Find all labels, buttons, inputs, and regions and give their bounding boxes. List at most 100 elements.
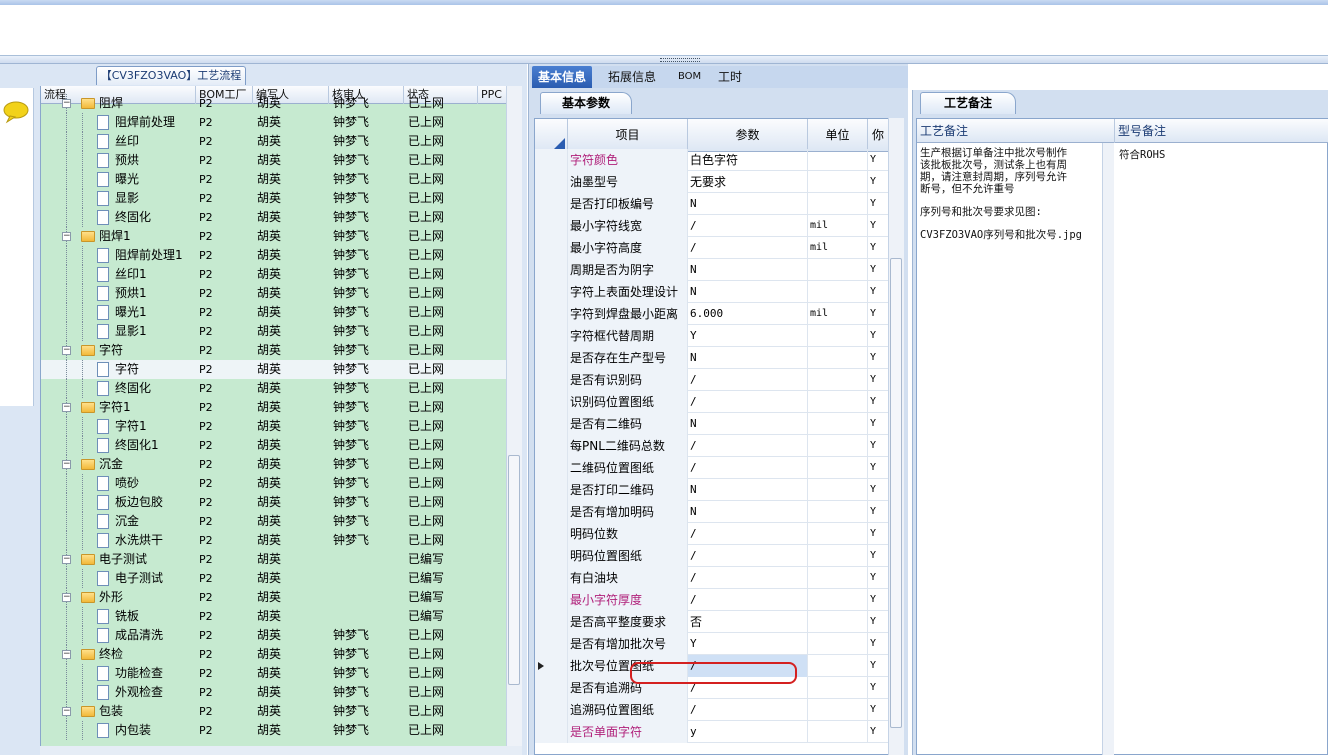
row-indicator[interactable] [535,501,568,523]
notes-grid[interactable]: 工艺备注 型号备注 生产根据订单备注中批次号制作 该批板批次号，测试条上也有周 期，… [916,118,1328,755]
tree-row[interactable]: − 电子测试 P2 胡英 已编写 [41,550,509,569]
tree-row[interactable]: − 阻焊1 P2 胡英 钟梦飞 已上网 [41,227,509,246]
param-row[interactable]: 是否存在生产型号 N Y [535,347,889,369]
tab-0[interactable]: 基本信息 [532,66,593,88]
tree-row[interactable]: 阻焊前处理1 P2 胡英 钟梦飞 已上网 [41,246,509,265]
param-value[interactable]: 否 [688,611,808,633]
tree-row[interactable]: 板边包胶 P2 胡英 钟梦飞 已上网 [41,493,509,512]
tree-row[interactable]: 显影 P2 胡英 钟梦飞 已上网 [41,189,509,208]
row-indicator[interactable] [535,215,568,237]
param-row[interactable]: 识别码位置图纸 / Y [535,391,889,413]
param-row[interactable]: 字符到焊盘最小距离 6.000 mil Y [535,303,889,325]
collapse-toggle-icon[interactable]: − [62,403,71,412]
row-indicator[interactable] [535,193,568,215]
row-indicator[interactable] [535,523,568,545]
tree-row[interactable]: 预烘 P2 胡英 钟梦飞 已上网 [41,151,509,170]
param-value[interactable]: / [688,523,808,545]
params-col-header[interactable]: 你 [868,119,889,152]
param-value[interactable]: N [688,501,808,523]
tree-row[interactable]: 曝光1 P2 胡英 钟梦飞 已上网 [41,303,509,322]
tab-2[interactable]: BOM [672,66,707,88]
collapse-toggle-icon[interactable]: − [62,346,71,355]
row-indicator[interactable] [535,633,568,655]
params-grid[interactable]: 项目 参数 单位你 字符颜色 白色字符 Y 油墨型号 无要求 Y 是否打印板编号 N Y 最小字符线宽… [534,118,904,755]
row-indicator[interactable] [535,479,568,501]
param-row[interactable]: 最小字符线宽 / mil Y [535,215,889,237]
tree-scroll-thumb[interactable] [508,455,520,685]
tree-row[interactable]: 终固化 P2 胡英 钟梦飞 已上网 [41,208,509,227]
row-indicator[interactable] [535,149,568,171]
tab-1[interactable]: 拓展信息 [602,66,662,88]
param-value[interactable]: Y [688,325,808,347]
tree-row[interactable]: − 字符1 P2 胡英 钟梦飞 已上网 [41,398,509,417]
param-row[interactable]: 是否高平整度要求否 Y [535,611,889,633]
row-indicator[interactable] [535,369,568,391]
tree-row[interactable]: − 阻焊 P2 胡英 钟梦飞 已上网 [41,94,509,113]
param-row[interactable]: 有白油块 / Y [535,567,889,589]
row-indicator[interactable] [535,303,568,325]
param-row[interactable]: 是否有增加批次号 Y Y [535,633,889,655]
tree-row[interactable]: 字符 P2 胡英 钟梦飞 已上网 [41,360,509,379]
param-value[interactable]: / [688,435,808,457]
row-indicator[interactable] [535,171,568,193]
param-value[interactable]: / [688,589,808,611]
param-value[interactable]: / [688,457,808,479]
tree-row[interactable]: 水洗烘干 P2 胡英 钟梦飞 已上网 [41,531,509,550]
param-value[interactable]: Y [688,633,808,655]
collapse-toggle-icon[interactable]: − [62,460,71,469]
param-value[interactable]: N [688,259,808,281]
param-row[interactable]: 二维码位置图纸 / Y [535,457,889,479]
row-indicator[interactable] [535,655,568,677]
row-indicator[interactable] [535,611,568,633]
row-indicator[interactable] [535,677,568,699]
tree-row[interactable]: 预烘1 P2 胡英 钟梦飞 已上网 [41,284,509,303]
param-value[interactable]: / [688,237,808,259]
collapse-toggle-icon[interactable]: − [62,593,71,602]
param-value[interactable]: 无要求 [688,171,808,193]
param-value[interactable]: / [688,699,808,721]
tree-row[interactable]: − 字符 P2 胡英 钟梦飞 已上网 [41,341,509,360]
tab-process-notes[interactable]: 工艺备注 [920,92,1016,114]
param-row[interactable]: 字符框代替周期 Y Y [535,325,889,347]
param-value[interactable]: N [688,347,808,369]
param-row[interactable]: 字符颜色 白色字符 Y [535,149,889,171]
param-row[interactable]: 周期是否为阴字 N Y [535,259,889,281]
param-row[interactable]: 是否有识别码 / Y [535,369,889,391]
row-indicator[interactable] [535,391,568,413]
param-value[interactable]: / [688,369,808,391]
params-scroll-thumb[interactable] [890,258,902,728]
row-indicator[interactable] [535,457,568,479]
tree-row[interactable]: − 终检 P2 胡英 钟梦飞 已上网 [41,645,509,664]
tree-row[interactable]: 内包装 P2 胡英 钟梦飞 已上网 [41,721,509,740]
collapse-toggle-icon[interactable]: − [62,555,71,564]
row-indicator[interactable] [535,721,568,743]
tab-3[interactable]: 工时 [712,66,748,88]
tree-row[interactable]: − 外形 P2 胡英 已编写 [41,588,509,607]
param-value[interactable]: N [688,413,808,435]
tree-row[interactable]: 丝印 P2 胡英 钟梦飞 已上网 [41,132,509,151]
param-value[interactable]: N [688,281,808,303]
params-col-header[interactable]: 参数 [688,119,808,152]
row-indicator[interactable] [535,413,568,435]
tree-row[interactable]: 丝印1 P2 胡英 钟梦飞 已上网 [41,265,509,284]
collapse-toggle-icon[interactable]: − [62,650,71,659]
tree-row[interactable]: 功能检查 P2 胡英 钟梦飞 已上网 [41,664,509,683]
row-indicator[interactable] [535,435,568,457]
param-row[interactable]: 是否打印板编号 N Y [535,193,889,215]
param-row[interactable]: 明码位置图纸 / Y [535,545,889,567]
tree-row[interactable]: 终固化 P2 胡英 钟梦飞 已上网 [41,379,509,398]
chat-bubble-icon[interactable] [2,100,30,124]
param-row[interactable]: 追溯码位置图纸 / Y [535,699,889,721]
params-col-header[interactable]: 项目 [568,119,688,152]
tree-row[interactable]: 曝光 P2 胡英 钟梦飞 已上网 [41,170,509,189]
splitter-grip[interactable] [660,58,700,62]
param-row[interactable]: 最小字符厚度 / Y [535,589,889,611]
param-value[interactable]: / [688,391,808,413]
process-tree-grid[interactable]: 流程 BOM工厂 编写人 核审人 状态 PPC − 阻焊 P2 胡英 钟梦飞 已上网 阻焊前处理 P2 胡… [40,86,522,746]
row-indicator[interactable] [535,567,568,589]
param-row[interactable]: 字符上表面处理设计 N Y [535,281,889,303]
param-row[interactable]: 是否打印二维码 N Y [535,479,889,501]
row-indicator[interactable] [535,347,568,369]
param-value[interactable]: N [688,479,808,501]
param-row[interactable]: 最小字符高度 / mil Y [535,237,889,259]
